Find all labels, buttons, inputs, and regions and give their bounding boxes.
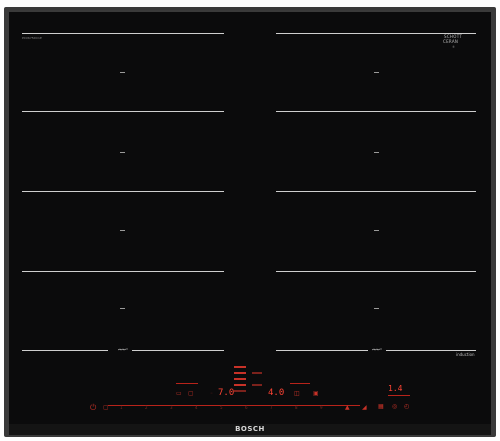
zone-right-mark-2 [374, 152, 379, 153]
program-icon[interactable]: ◎ [392, 404, 397, 410]
zone-right-line-2 [276, 111, 476, 112]
display-timer: 1.4 [388, 384, 403, 393]
zone-right-line-1 [276, 33, 476, 34]
pan-small-icon[interactable]: ▣ [313, 391, 319, 397]
zone-right-line-5a [276, 350, 368, 351]
slider-number-7[interactable]: 7 [270, 406, 273, 410]
display-center-underline [290, 383, 310, 384]
display-left-underline [176, 383, 198, 384]
zone-left-line-2 [22, 111, 224, 112]
zone-left-mark-1 [120, 72, 125, 73]
slider-number-9[interactable]: 9 [320, 406, 323, 410]
boost-bar-4[interactable] [234, 384, 246, 386]
slider-number-3[interactable]: 3 [170, 406, 173, 410]
zone-left-line-1 [22, 33, 224, 34]
slider-number-6[interactable]: 6 [245, 406, 248, 410]
pan-boost-icon[interactable]: ◢ [362, 405, 367, 411]
zone-left-line-5b [132, 350, 224, 351]
lock-icon[interactable]: ▢ [103, 405, 109, 411]
zone-left-mark-3 [120, 230, 125, 231]
zone-right-mark-4 [374, 308, 379, 309]
induction-label: induction [456, 352, 475, 357]
zone-right-mark-1 [374, 72, 379, 73]
slider-number-4[interactable]: 4 [195, 406, 198, 410]
glass-surface [9, 12, 491, 424]
slider-number-5[interactable]: 5 [220, 406, 223, 410]
slider-number-8[interactable]: 8 [295, 406, 298, 410]
zone-right-line-5b [386, 350, 476, 351]
boost-bar-5[interactable] [234, 390, 246, 392]
wave-icon-left [118, 348, 128, 351]
display-left-level: 7.0 [218, 388, 235, 398]
model-label: PXX675DC1E [22, 36, 42, 40]
zone-left-line-4 [22, 271, 224, 272]
boost-bar-1[interactable] [234, 366, 246, 368]
glass-brand-logo-line2: CERAN [443, 39, 459, 44]
cooking-function-icon[interactable]: ▦ [378, 404, 384, 410]
boost-bar-3[interactable] [234, 378, 246, 380]
brand-logo: BOSCH [235, 425, 265, 433]
slider-number-1[interactable]: 1 [120, 406, 123, 410]
display-center-level: 4.0 [268, 388, 285, 398]
zone-left-mark-4 [120, 308, 125, 309]
power-icon[interactable]: ⏻ [90, 404, 96, 412]
boost-bar-2[interactable] [234, 372, 246, 374]
zone-right-mark-3 [374, 230, 379, 231]
zone-right-line-4 [276, 271, 476, 272]
glass-brand-small: ® [452, 45, 455, 49]
boost-icon[interactable]: ▲ [345, 405, 350, 411]
timer-icon[interactable]: ◴ [404, 404, 409, 410]
pan-size-icon[interactable]: ▢ [188, 391, 194, 397]
boost-bar-6[interactable] [252, 372, 262, 374]
zone-left-mark-2 [120, 152, 125, 153]
boost-bar-7[interactable] [252, 384, 262, 386]
display-timer-underline [388, 395, 410, 396]
zone-right-line-3 [276, 191, 476, 192]
zone-indicator-left: ◦ [210, 391, 214, 397]
slider-number-2[interactable]: 2 [145, 406, 148, 410]
pan-icon[interactable]: ▭ [176, 391, 182, 397]
timer-small-icon[interactable]: ◫ [294, 391, 300, 397]
zone-left-line-5a [22, 350, 108, 351]
zone-left-line-3 [22, 191, 224, 192]
wave-icon-right [372, 348, 382, 351]
